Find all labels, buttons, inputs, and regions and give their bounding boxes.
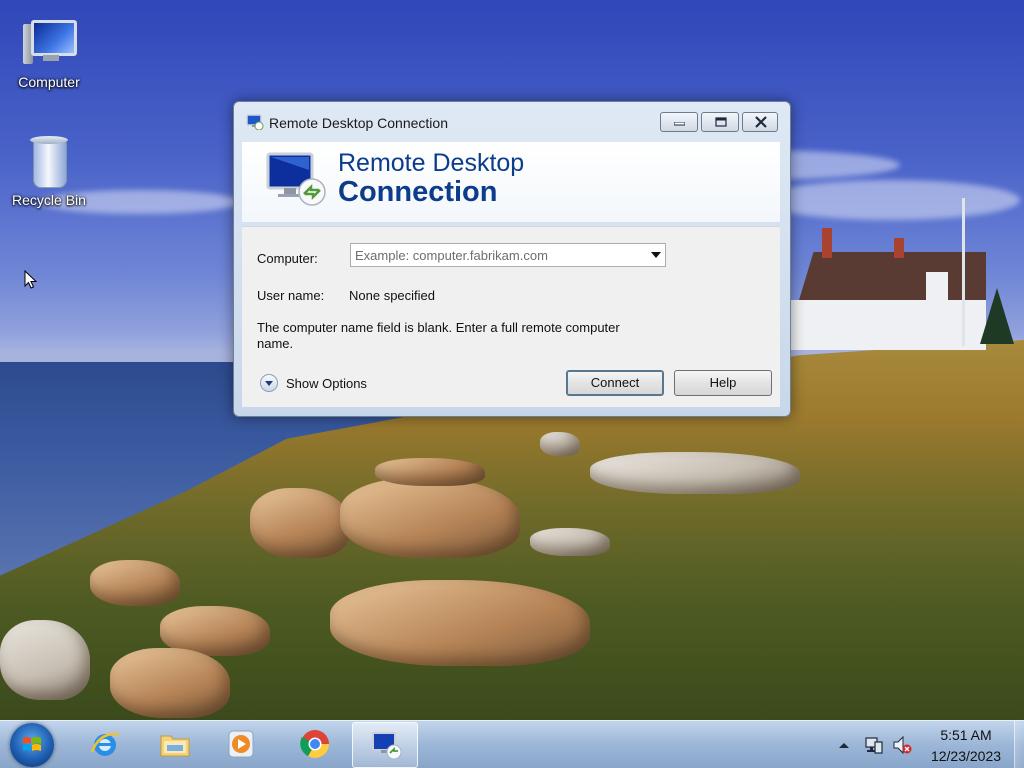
house <box>790 228 986 350</box>
desktop-icon-label: Computer <box>18 74 80 90</box>
taskbar-media-player[interactable] <box>210 722 272 768</box>
remote-desktop-connection-window[interactable]: Remote Desktop Connection Remote Desktop… <box>233 101 791 417</box>
start-button[interactable] <box>10 723 54 767</box>
username-value: None specified <box>349 288 435 303</box>
dialog-banner: Remote Desktop Connection <box>242 142 780 222</box>
close-icon <box>755 116 767 128</box>
window-titlebar[interactable]: Remote Desktop Connection <box>234 102 790 142</box>
minimize-button[interactable] <box>660 112 698 132</box>
show-options-toggle[interactable]: Show Options <box>260 373 380 395</box>
taskbar-remote-desktop[interactable] <box>352 722 418 768</box>
mouse-cursor-icon <box>24 270 38 289</box>
desktop-icon-label: Recycle Bin <box>12 192 86 208</box>
computer-icon <box>21 16 77 72</box>
volume-muted-icon[interactable] <box>892 735 912 755</box>
computer-label: Computer: <box>257 251 318 266</box>
clock-time[interactable]: 5:51 AM <box>928 727 1004 743</box>
clock-date[interactable]: 12/23/2023 <box>918 748 1014 764</box>
chrome-icon <box>300 730 329 758</box>
taskbar-windows-explorer[interactable] <box>144 722 206 768</box>
taskbar: 5:51 AM 12/23/2023 <box>0 720 1024 768</box>
recycle-bin-icon <box>21 134 77 190</box>
remote-desktop-icon <box>372 732 402 760</box>
banner-title-line1: Remote Desktop <box>338 149 525 177</box>
taskbar-chrome[interactable] <box>284 722 346 768</box>
network-icon[interactable] <box>864 735 884 755</box>
folder-icon <box>160 735 190 757</box>
taskbar-internet-explorer[interactable] <box>74 722 136 768</box>
validation-message: The computer name field is blank. Enter … <box>257 320 620 351</box>
internet-explorer-icon <box>90 732 120 756</box>
windows-logo-icon <box>23 737 41 751</box>
connect-button[interactable]: Connect <box>566 370 664 396</box>
banner-title-line2: Connection <box>338 176 498 208</box>
minimize-icon <box>674 122 685 126</box>
show-options-label: Show Options <box>286 376 367 391</box>
remote-desktop-monitor-icon <box>266 152 326 206</box>
close-button[interactable] <box>742 112 778 132</box>
computer-input[interactable] <box>351 244 645 266</box>
desktop-icon-computer[interactable]: Computer <box>4 16 94 90</box>
show-desktop-button[interactable] <box>1014 721 1024 768</box>
expand-chevron-icon[interactable] <box>260 374 278 392</box>
dialog-body: Computer: User name: None specified The … <box>242 226 780 407</box>
desktop-icon-recycle-bin[interactable]: Recycle Bin <box>4 134 94 208</box>
dropdown-arrow-icon[interactable] <box>651 252 661 258</box>
window-title: Remote Desktop Connection <box>269 115 448 131</box>
computer-combobox[interactable] <box>350 243 666 267</box>
username-label: User name: <box>257 288 325 303</box>
maximize-button[interactable] <box>701 112 739 132</box>
media-player-icon <box>228 730 254 758</box>
remote-desktop-icon <box>246 114 264 130</box>
maximize-icon <box>715 117 727 127</box>
show-hidden-icons-icon[interactable] <box>834 735 854 755</box>
help-button[interactable]: Help <box>674 370 772 396</box>
flagpole <box>962 198 965 346</box>
